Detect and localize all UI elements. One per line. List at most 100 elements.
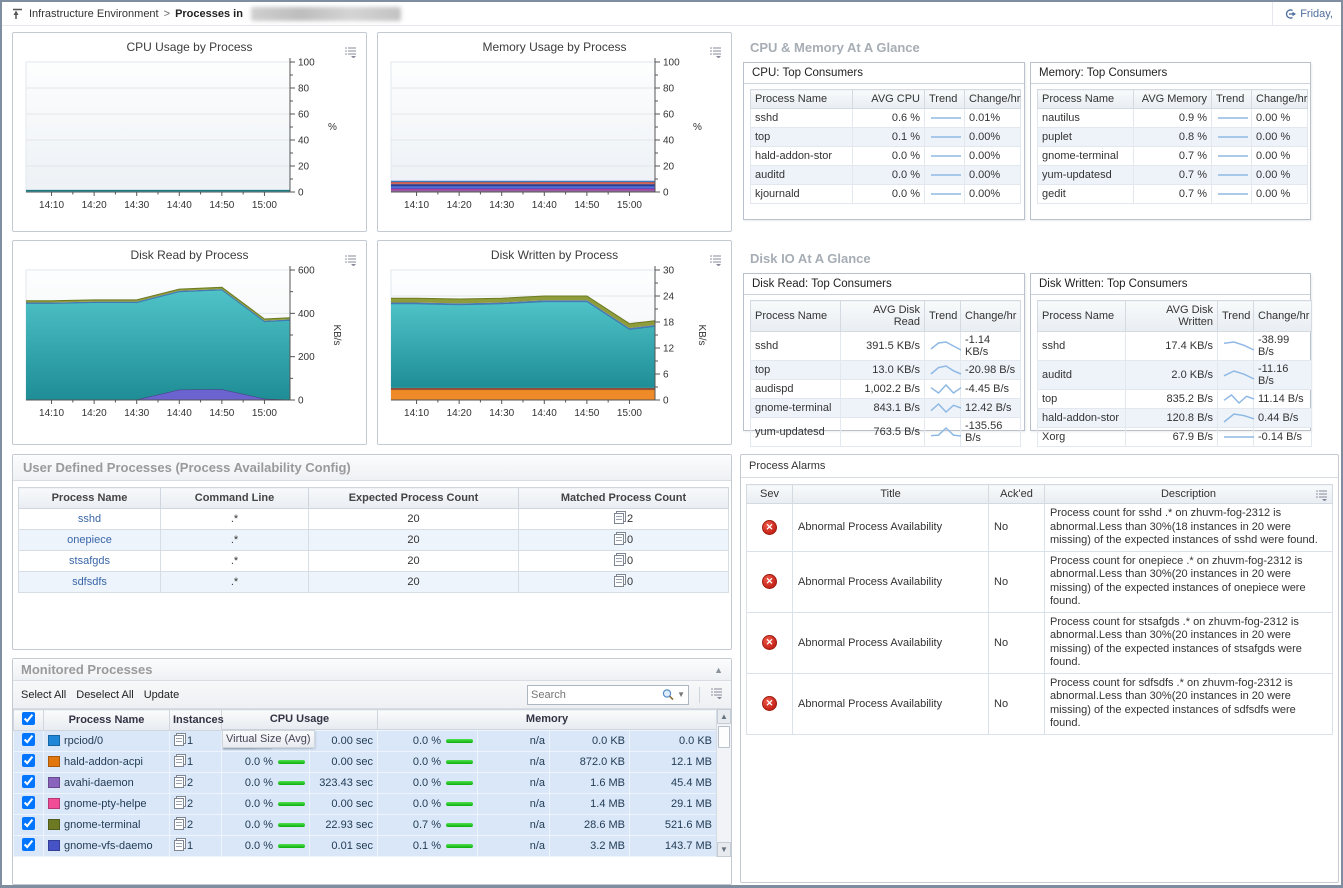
col-header[interactable]: Expected Process Count — [309, 488, 519, 509]
col-header[interactable]: Ack'ed — [989, 485, 1045, 504]
chart-menu-icon[interactable] — [709, 46, 722, 61]
cpu-average-bar — [278, 823, 305, 827]
instances-count[interactable]: 2 — [187, 798, 193, 810]
svg-text:15:00: 15:00 — [616, 200, 641, 211]
matched-count[interactable]: 2 — [627, 513, 633, 525]
process-name-link[interactable]: stsafgds — [69, 555, 110, 567]
change-value: 0.00 % — [1252, 166, 1308, 185]
col-header-virtual-size[interactable]: Virtual Size (Avg) — [222, 730, 315, 748]
col-header[interactable]: Sev — [747, 485, 793, 504]
up-level-icon[interactable] — [10, 7, 24, 21]
row-checkbox[interactable] — [22, 796, 35, 809]
scroll-down-button[interactable]: ▼ — [717, 842, 731, 857]
col-header-process-name[interactable]: Process Name — [44, 710, 170, 731]
change-value: -135.56 B/s — [961, 418, 1021, 447]
col-header[interactable]: Change/hr — [965, 90, 1021, 109]
time-range-selector[interactable]: Friday, — [1272, 2, 1333, 25]
svg-text:30: 30 — [663, 266, 675, 277]
virtual-size: 45.4 MB — [630, 773, 717, 794]
severity-fatal-icon[interactable]: ✕ — [762, 635, 777, 650]
process-alarms-panel: Process Alarms Sev Title Ack'ed Descript… — [740, 454, 1339, 883]
collapse-icon[interactable]: ▲ — [714, 665, 723, 675]
trend-sparkline — [929, 112, 960, 124]
chart-menu-icon[interactable] — [344, 254, 357, 269]
col-header-instances[interactable]: Instances — [170, 710, 222, 731]
process-name-link[interactable]: sshd — [78, 513, 101, 525]
select-all-link[interactable]: Select All — [21, 689, 66, 701]
search-icon[interactable] — [661, 688, 675, 701]
instances-count[interactable]: 2 — [187, 819, 193, 831]
instances-icon — [174, 840, 184, 851]
table-row: sdfsdfs .* 20 0 — [19, 572, 729, 593]
row-checkbox[interactable] — [22, 775, 35, 788]
col-header[interactable]: Trend — [1212, 90, 1252, 109]
svg-text:20: 20 — [663, 162, 675, 173]
col-header[interactable]: AVG Disk Written — [1126, 301, 1218, 332]
col-header[interactable]: Process Name — [1038, 90, 1134, 109]
severity-fatal-icon[interactable]: ✕ — [762, 520, 777, 535]
col-header[interactable]: Process Name — [751, 90, 853, 109]
col-header[interactable]: Matched Process Count — [519, 488, 729, 509]
col-header[interactable]: Trend — [1218, 301, 1254, 332]
scroll-up-button[interactable]: ▲ — [717, 709, 731, 724]
matched-count[interactable]: 0 — [627, 534, 633, 546]
alarm-row: ✕ Abnormal Process Availability No Proce… — [747, 612, 1333, 673]
alarms-menu-icon[interactable] — [1315, 489, 1328, 504]
row-checkbox[interactable] — [22, 838, 35, 851]
change-value: 12.42 B/s — [961, 399, 1021, 418]
row-checkbox[interactable] — [22, 754, 35, 767]
process-name: gnome-vfs-daemo — [64, 840, 153, 852]
col-header[interactable]: Process Name — [751, 301, 841, 332]
severity-fatal-icon[interactable]: ✕ — [762, 574, 777, 589]
svg-text:200: 200 — [298, 352, 315, 363]
change-value: 0.00 % — [1252, 185, 1308, 204]
col-header[interactable]: Trend — [925, 301, 961, 332]
col-header[interactable]: AVG Memory — [1134, 90, 1212, 109]
vertical-scrollbar[interactable]: ▲ ▼ — [716, 709, 731, 857]
search-options-caret[interactable]: ▼ — [677, 690, 685, 699]
instances-count[interactable]: 2 — [187, 777, 193, 789]
breadcrumb-link-infrastructure[interactable]: Infrastructure Environment — [29, 8, 159, 20]
col-header[interactable]: Change/hr — [1252, 90, 1308, 109]
user-defined-processes-panel: User Defined Processes (Process Availabi… — [12, 454, 732, 650]
col-header[interactable]: AVG Disk Read — [841, 301, 925, 332]
process-name-link[interactable]: onepiece — [67, 534, 112, 546]
col-header[interactable]: Change/hr — [961, 301, 1021, 332]
chart-menu-icon[interactable] — [344, 46, 357, 61]
col-header[interactable]: Command Line — [161, 488, 309, 509]
memory-average: 0.0 % — [413, 735, 441, 747]
instances-count[interactable]: 1 — [187, 735, 193, 747]
process-name: hald-addon-stor — [1038, 409, 1126, 428]
col-header[interactable]: Change/hr — [1254, 301, 1312, 332]
chart-menu-icon[interactable] — [709, 254, 722, 269]
select-all-checkbox[interactable] — [22, 712, 35, 725]
change-value: -0.14 B/s — [1254, 428, 1312, 447]
col-header[interactable]: Description — [1045, 485, 1333, 504]
chart-title: Disk Read by Process — [13, 241, 366, 262]
col-header[interactable]: Trend — [925, 90, 965, 109]
matched-count[interactable]: 0 — [627, 555, 633, 567]
matched-count[interactable]: 0 — [627, 576, 633, 588]
col-header[interactable]: Process Name — [19, 488, 161, 509]
process-name-link[interactable]: sdfsdfs — [72, 576, 107, 588]
svg-text:15:00: 15:00 — [251, 408, 276, 419]
process-name: yum-updatesd — [751, 418, 841, 447]
svg-text:14:50: 14:50 — [574, 200, 599, 211]
working-set-size: 0.0 KB — [550, 731, 630, 752]
swap-size: n/a — [478, 815, 550, 836]
row-checkbox[interactable] — [22, 733, 35, 746]
scrollbar-thumb[interactable] — [718, 726, 730, 748]
deselect-all-link[interactable]: Deselect All — [76, 689, 133, 701]
panel-title: Process Alarms — [741, 455, 1338, 478]
col-header[interactable]: Title — [793, 485, 989, 504]
row-checkbox[interactable] — [22, 817, 35, 830]
col-header[interactable]: Process Name — [1038, 301, 1126, 332]
severity-fatal-icon[interactable]: ✕ — [762, 696, 777, 711]
col-header[interactable]: AVG CPU — [853, 90, 925, 109]
instances-count[interactable]: 1 — [187, 756, 193, 768]
instances-count[interactable]: 1 — [187, 840, 193, 852]
update-link[interactable]: Update — [144, 689, 179, 701]
search-input[interactable] — [531, 689, 661, 701]
memory-usage-chart: 02040608010014:1014:2014:3014:4014:5015:… — [378, 56, 731, 223]
monitored-menu-icon[interactable] — [710, 687, 723, 702]
